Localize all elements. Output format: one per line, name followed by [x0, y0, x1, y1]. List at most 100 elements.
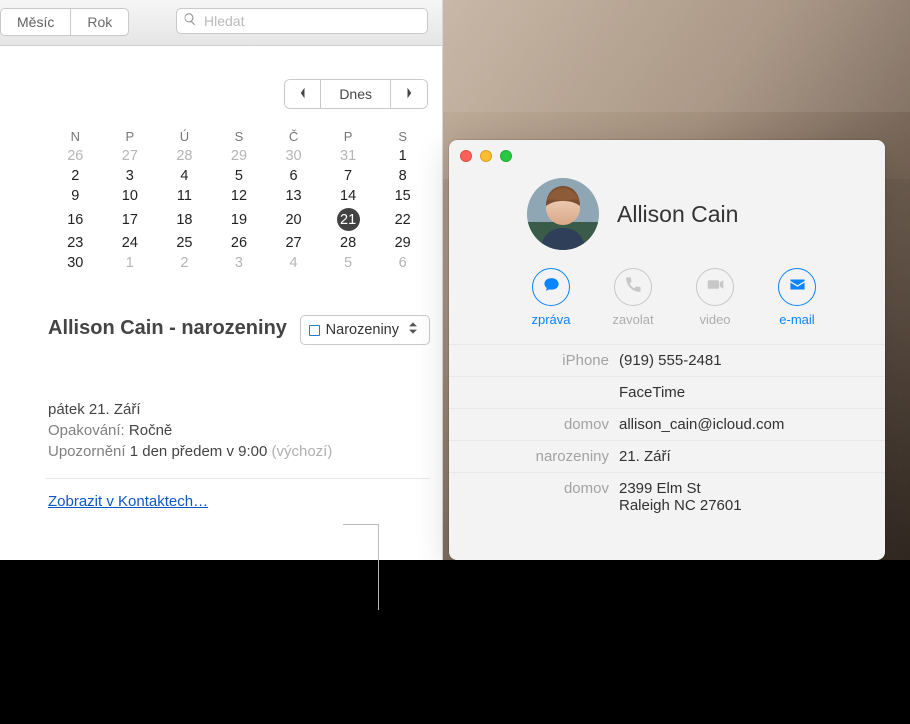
calendar-day[interactable]: 7: [321, 166, 376, 186]
email-label: e-mail: [779, 312, 814, 327]
calendar-day[interactable]: 10: [103, 186, 158, 206]
message-action[interactable]: zpráva: [525, 268, 577, 327]
calendar-day[interactable]: 17: [103, 206, 158, 233]
mini-calendar[interactable]: NPÚSČPS262728293031123456789101112131415…: [48, 128, 430, 273]
calendar-day[interactable]: 30: [48, 253, 103, 273]
calendar-day[interactable]: 19: [212, 206, 267, 233]
calendar-day[interactable]: 22: [375, 206, 430, 233]
video-action[interactable]: video: [689, 268, 741, 327]
calendar-window: Měsíc Rok Dnes NPÚSČPS262728293031123456…: [0, 0, 443, 560]
calendar-day[interactable]: 14: [321, 186, 376, 206]
day-of-week-header: S: [212, 128, 267, 146]
field-value[interactable]: FaceTime: [619, 384, 685, 401]
caption-area: [0, 560, 910, 724]
calendar-day[interactable]: 8: [375, 166, 430, 186]
calendar-day[interactable]: 16: [48, 206, 103, 233]
day-of-week-header: Ú: [157, 128, 212, 146]
calendar-day[interactable]: 18: [157, 206, 212, 233]
calendar-day[interactable]: 2: [157, 253, 212, 273]
show-in-contacts-link[interactable]: Zobrazit v Kontaktech…: [48, 493, 208, 510]
event-details: Allison Cain - narozeniny Narozeniny pát…: [48, 315, 430, 511]
prev-month-button[interactable]: [285, 80, 321, 108]
day-of-week-header: N: [48, 128, 103, 146]
calendar-day[interactable]: 31: [321, 146, 376, 166]
calendar-day[interactable]: 4: [266, 253, 321, 273]
calendar-day[interactable]: 4: [157, 166, 212, 186]
calendar-select-value: Narozeniny: [326, 322, 399, 338]
view-year-button[interactable]: Rok: [71, 9, 128, 35]
day-of-week-header: Č: [266, 128, 321, 146]
next-month-button[interactable]: [391, 80, 427, 108]
contact-field-row: narozeniny21. Září: [449, 440, 885, 472]
calendar-day[interactable]: 5: [212, 166, 267, 186]
field-label: narozeniny: [449, 448, 619, 465]
calendar-day[interactable]: 15: [375, 186, 430, 206]
month-nav-segment: Dnes: [284, 79, 428, 109]
field-value[interactable]: (919) 555-2481: [619, 352, 722, 369]
calendar-day[interactable]: 11: [157, 186, 212, 206]
minimize-window-button[interactable]: [480, 150, 492, 162]
calendar-day[interactable]: 27: [103, 146, 158, 166]
calendar-day[interactable]: 29: [375, 233, 430, 253]
contact-field-row: FaceTime: [449, 376, 885, 408]
event-title: Allison Cain - narozeniny: [48, 315, 320, 341]
calendar-day[interactable]: 9: [48, 186, 103, 206]
contact-name: Allison Cain: [617, 201, 738, 228]
calendar-day[interactable]: 25: [157, 233, 212, 253]
calendar-day[interactable]: 27: [266, 233, 321, 253]
calendar-day[interactable]: 1: [375, 146, 430, 166]
calendar-day[interactable]: 13: [266, 186, 321, 206]
day-of-week-header: S: [375, 128, 430, 146]
calendar-day[interactable]: 26: [48, 146, 103, 166]
calendar-day[interactable]: 20: [266, 206, 321, 233]
contact-actions: zpráva zavolat video e-mail: [525, 268, 823, 327]
calendar-day[interactable]: 28: [321, 233, 376, 253]
close-window-button[interactable]: [460, 150, 472, 162]
view-segment: Měsíc Rok: [0, 8, 129, 36]
calendar-day[interactable]: 30: [266, 146, 321, 166]
camera-icon: [707, 276, 724, 298]
calendar-day[interactable]: 29: [212, 146, 267, 166]
calendar-day[interactable]: 2: [48, 166, 103, 186]
calendar-day[interactable]: 12: [212, 186, 267, 206]
field-label: domov: [449, 480, 619, 497]
field-label: iPhone: [449, 352, 619, 369]
field-value[interactable]: 2399 Elm St Raleigh NC 27601: [619, 480, 742, 514]
calendar-day[interactable]: 28: [157, 146, 212, 166]
calendar-day[interactable]: 26: [212, 233, 267, 253]
field-value[interactable]: allison_cain@icloud.com: [619, 416, 784, 433]
field-value[interactable]: 21. Září: [619, 448, 671, 465]
calendar-select[interactable]: Narozeniny: [300, 315, 430, 345]
zoom-window-button[interactable]: [500, 150, 512, 162]
search-icon: [183, 12, 202, 31]
contact-fields: iPhone(919) 555-2481FaceTimedomovallison…: [449, 344, 885, 521]
window-traffic-lights: [460, 150, 512, 162]
calendar-day[interactable]: 1: [103, 253, 158, 273]
event-repeat: Opakování: Ročně: [48, 422, 430, 439]
search-input[interactable]: [202, 12, 421, 30]
chevron-left-icon: [299, 86, 307, 102]
today-button[interactable]: Dnes: [321, 80, 391, 108]
video-label: video: [699, 312, 730, 327]
calendar-day[interactable]: 21: [321, 206, 376, 233]
email-action[interactable]: e-mail: [771, 268, 823, 327]
calendar-day[interactable]: 6: [266, 166, 321, 186]
contact-header: Allison Cain: [527, 178, 738, 250]
contacts-card-window: Allison Cain zpráva zavolat video e-mail…: [449, 140, 885, 560]
calendar-day[interactable]: 24: [103, 233, 158, 253]
search-field[interactable]: [176, 8, 428, 34]
avatar: [527, 178, 599, 250]
day-of-week-header: P: [103, 128, 158, 146]
calendar-day[interactable]: 6: [375, 253, 430, 273]
day-of-week-header: P: [321, 128, 376, 146]
calendar-day[interactable]: 3: [103, 166, 158, 186]
calendar-day[interactable]: 23: [48, 233, 103, 253]
calendar-day[interactable]: 3: [212, 253, 267, 273]
field-label: domov: [449, 416, 619, 433]
phone-icon: [625, 276, 642, 298]
event-alert: Upozornění 1 den předem v 9:00 (výchozí): [48, 443, 430, 460]
birthday-cal-color-icon: [309, 325, 320, 336]
view-month-button[interactable]: Měsíc: [1, 9, 71, 35]
call-action[interactable]: zavolat: [607, 268, 659, 327]
calendar-day[interactable]: 5: [321, 253, 376, 273]
